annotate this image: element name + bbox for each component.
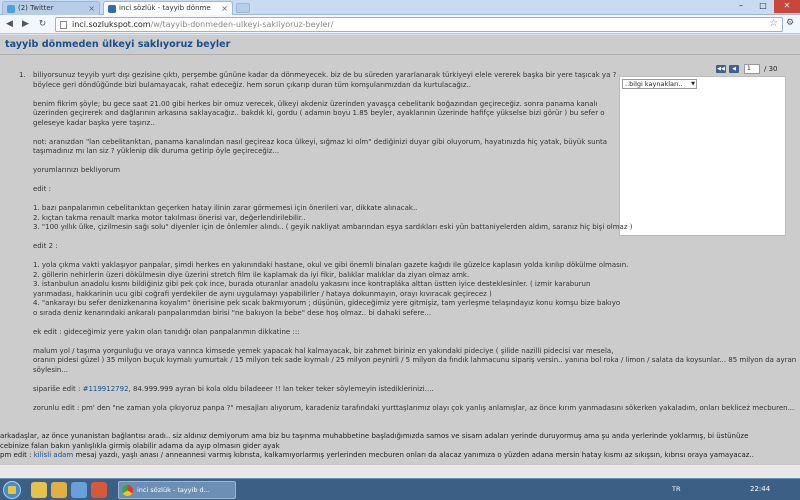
close-icon[interactable]: × [221,2,228,15]
text-line: cebinize falan bakın yanlışlıkla girmiş … [0,441,280,450]
text-line: 1. yola çıkma vakti yaklaşıyor panpalar,… [33,261,629,269]
text-line: o sırada deniz kenarındaki ankaralı panp… [33,308,432,317]
entry-number: 1. [19,71,26,79]
text-line: 1. bazı panpalarımın cebelitarıktan geçe… [33,204,418,212]
text-line: malum yol / taşıma yorgunluğu ve oraya v… [33,346,614,355]
tab-strip: (2) Twitter × inci sözlük - tayyib dönme… [0,0,800,15]
url-text: inci.sozlukspot.com/w/tayyib-donmeden-ul… [72,20,334,29]
reload-icon[interactable]: ↻ [36,18,49,31]
page-content: tayyib dönmeden ülkeyi saklıyoruz beyler… [0,35,800,478]
tab-title: (2) Twitter [18,4,54,12]
overflow-text: arkadaşlar, az önce yunanistan bağlantıs… [0,432,800,461]
text-line: böylece geri döndüğünde bizi bulamayacak… [33,80,471,89]
divider [0,54,800,55]
text-line: 4. "ankarayı bu sefer denizkenarına koya… [33,299,621,307]
text-line: 3. "100 yıllık ülke, çizilmesin sağı sol… [33,223,633,231]
start-button[interactable] [3,481,21,499]
text-line: yarımadası, hakkarinin ucu gibi coğrafi … [33,289,492,298]
text-line: söylesin... [33,365,69,374]
text-line: 2. göllerin nehirlerin üzeri dökülmesin … [33,270,470,279]
taskbar-app-chrome[interactable]: inci sözlük - tayyib d... [118,481,236,499]
text-line: 3. istanbulun anadolu kısmı bildiğiniz g… [33,280,591,288]
user-link[interactable]: kilisli adam [34,451,74,459]
text-line: benim fikrim şöyle; bu gece saat 21.00 g… [33,99,598,108]
address-bar[interactable]: inci.sozlukspot.com/w/tayyib-donmeden-ul… [55,17,783,32]
horizontal-scrollbar[interactable] [0,464,800,478]
text-line: not: aranızdan "lan cebelitarıktan, pana… [33,137,608,146]
app-icon[interactable] [91,482,107,498]
text-line: sipariše edit : #119912792, 84.999.999 a… [33,384,434,393]
page-icon [60,21,67,29]
text-line: 2. kıçtan takma renault marka motor takı… [33,213,306,222]
text-line: zorunlu edit : pm' den "ne zaman yola çı… [33,403,795,412]
forward-icon[interactable]: ▶ [19,18,32,31]
tab-twitter[interactable]: (2) Twitter × [2,1,100,15]
clock[interactable]: 22:44 [750,485,770,493]
text-line: edit : [33,185,52,193]
text-line: yorumlarınızı bekliyorum [33,166,121,174]
tray-language[interactable]: TR [672,485,681,493]
entry-link[interactable]: #119912792 [83,385,129,393]
text-line: arkadaşlar, az önce yunanistan bağlantıs… [0,432,749,440]
media-icon[interactable] [71,482,87,498]
text-line: üzerinden geçirerek and dağlarının arkas… [33,109,605,117]
taskbar: inci sözlük - tayyib d... TR 22:44 [0,478,800,500]
text-line: edit 2 : [33,242,58,250]
text-line: biliyorsunuz teyyib yurt dışı gezisine ç… [33,71,617,79]
maximize-button[interactable]: □ [752,0,774,13]
wrench-icon[interactable]: ⚙ [786,18,798,31]
twitter-icon [7,5,15,13]
tab-inci-sozluk[interactable]: inci sözlük - tayyib dönme × [103,1,233,15]
text-line: geleseye kadar başka yere taşırız.. [33,118,155,127]
entry-body: biliyorsunuz teyyib yurt dışı gezisine ç… [33,71,797,413]
new-tab-button[interactable] [236,3,250,13]
window-close-button[interactable]: ✕ [774,0,800,13]
chrome-icon [122,485,133,496]
sozluk-favicon [108,5,116,13]
tab-title: inci sözlük - tayyib dönme [119,4,211,12]
close-icon[interactable]: × [88,2,95,15]
folder-icon[interactable] [51,482,67,498]
bookmark-star-icon[interactable]: ☆ [769,18,778,29]
page-title[interactable]: tayyib dönmeden ülkeyi saklıyoruz beyler [5,39,230,50]
text-line: taşımadınız mı lan siz ? yüklenip dik du… [33,147,280,155]
text-line: pm edit : kilisli adam mesaj yazdı, yaşl… [0,451,754,459]
minimize-button[interactable]: – [730,0,752,13]
text-line: ek edit : gideceğimiz yere yakın olan ta… [33,327,300,336]
ie-icon[interactable] [31,482,47,498]
text-line: oranın pidesi güzel ) 35 milyon buçuk kı… [33,356,797,364]
browser-toolbar: ◀ ▶ ↻ inci.sozlukspot.com/w/tayyib-donme… [0,15,800,34]
back-icon[interactable]: ◀ [3,18,16,31]
